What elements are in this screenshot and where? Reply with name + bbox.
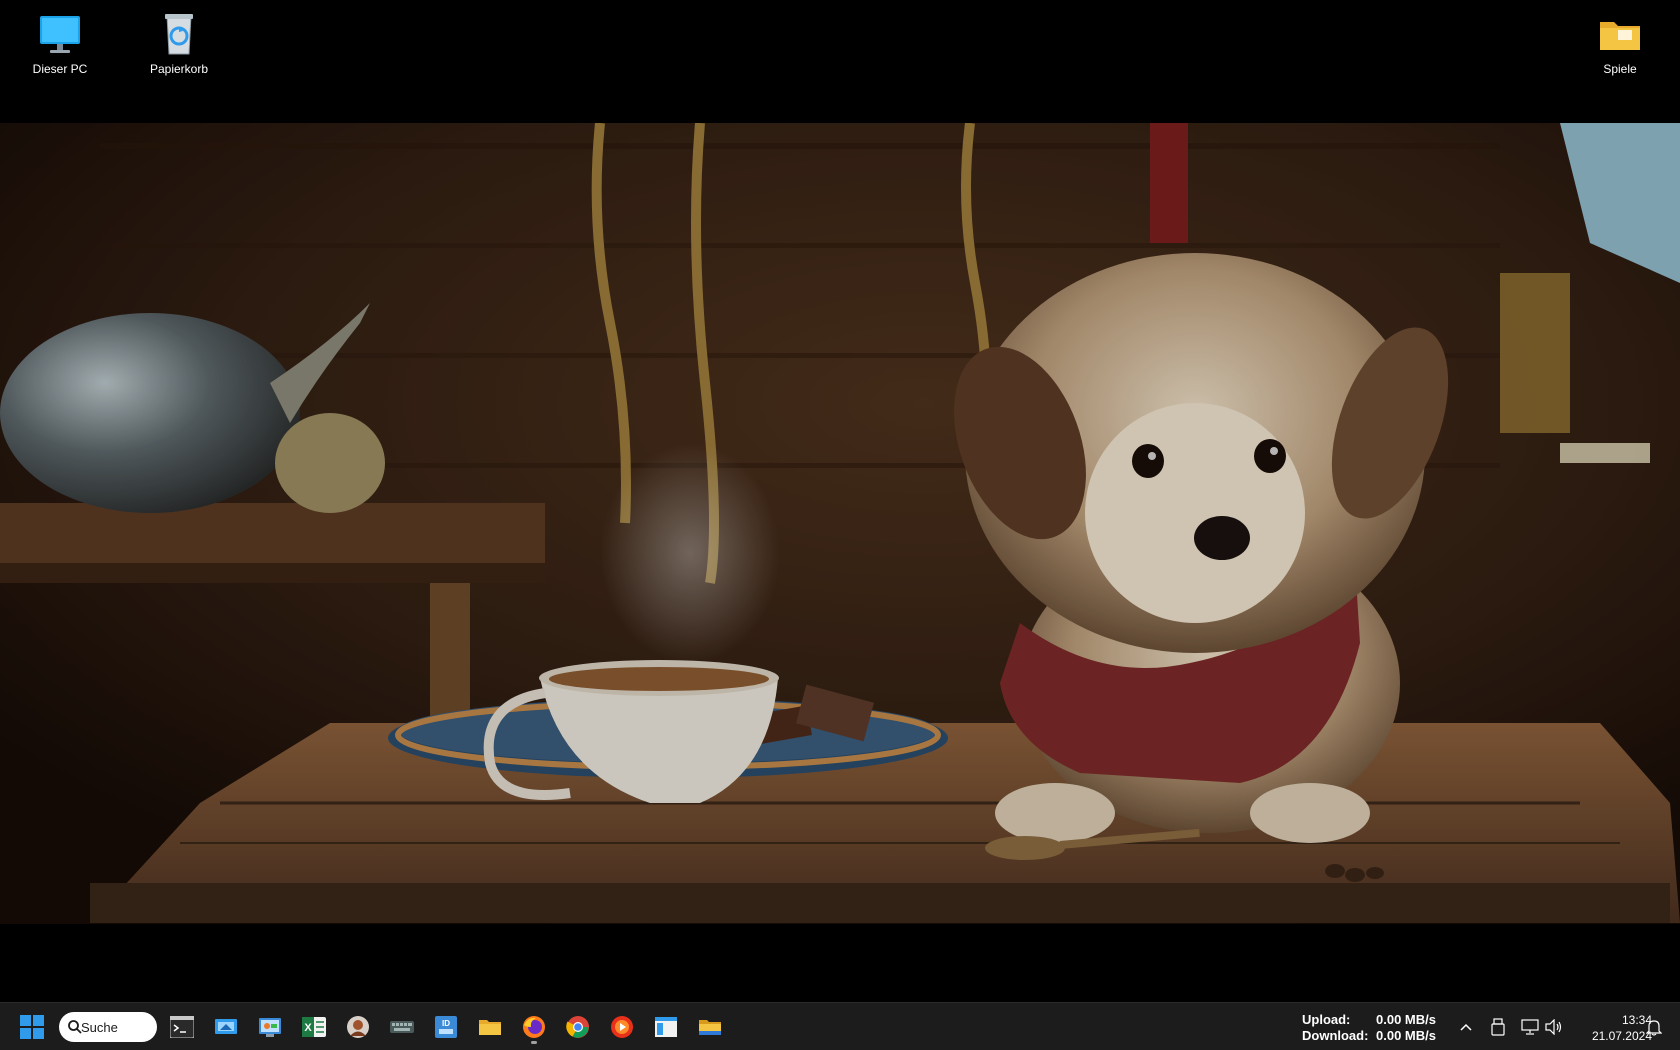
network-icon — [1521, 1019, 1539, 1035]
control-panel-icon — [259, 1018, 281, 1037]
running-indicator — [531, 1041, 537, 1044]
folder-icon — [699, 1020, 721, 1035]
taskbar-app-control-panel[interactable] — [252, 1009, 288, 1045]
taskbar-app-media-player[interactable] — [604, 1009, 640, 1045]
monitor-icon — [40, 16, 80, 53]
taskbar-app-remote-desktop[interactable] — [208, 1009, 244, 1045]
desktop-icon-label: Dieser PC — [32, 62, 88, 76]
notifications-button[interactable] — [1644, 1017, 1664, 1037]
upload-label: Upload: — [1302, 1012, 1351, 1027]
download-label: Download: — [1302, 1028, 1369, 1043]
tray-network-button[interactable] — [1520, 1017, 1540, 1037]
search-label: Suche — [81, 1019, 118, 1035]
upload-value: 0.00 MB/s — [1376, 1012, 1436, 1027]
taskbar-app-terminal[interactable] — [164, 1009, 200, 1045]
file-explorer-icon — [479, 1020, 501, 1035]
id-app-icon: ID — [435, 1016, 457, 1038]
taskbar-app-chrome[interactable] — [560, 1009, 596, 1045]
clock-date: 21.07.2024 — [1591, 1029, 1652, 1043]
svg-text:X: X — [304, 1022, 312, 1034]
taskbar: Suche X ID Upload: 0.00 MB/s Download: 0… — [0, 1002, 1680, 1050]
desktop-icon-games-folder[interactable]: Spiele — [1574, 4, 1666, 76]
recycle-bin-icon — [165, 14, 193, 55]
excel-icon: X — [302, 1017, 326, 1037]
window-app-icon — [655, 1017, 677, 1037]
taskbar-app-firefox[interactable] — [516, 1009, 552, 1045]
taskbar-app-window[interactable] — [648, 1009, 684, 1045]
taskbar-app-file-explorer[interactable] — [472, 1009, 508, 1045]
keyboard-icon — [390, 1021, 414, 1033]
user-profile-app-icon — [347, 1016, 369, 1038]
desktop-icon-recycle-bin[interactable]: Papierkorb — [133, 4, 225, 76]
taskbar-clock[interactable]: 13:34 21.07.2024 — [1572, 1012, 1652, 1044]
media-player-icon — [611, 1016, 633, 1038]
taskbar-search-button[interactable]: Suche — [59, 1012, 157, 1042]
desktop-icon-this-pc[interactable]: Dieser PC — [14, 4, 106, 76]
taskbar-app-excel[interactable]: X — [296, 1009, 332, 1045]
wallpaper-illustration — [0, 123, 1680, 924]
usb-drive-icon — [1491, 1018, 1505, 1036]
wallpaper-image — [0, 123, 1680, 924]
chrome-icon — [566, 1016, 589, 1038]
download-value: 0.00 MB/s — [1376, 1028, 1436, 1043]
show-hidden-icons-button[interactable] — [1456, 1017, 1476, 1037]
speaker-icon — [1545, 1019, 1562, 1035]
start-button[interactable] — [14, 1011, 50, 1043]
taskbar-app-id[interactable]: ID — [428, 1009, 464, 1045]
clock-time: 13:34 — [1621, 1013, 1652, 1027]
network-speed-monitor: Upload: 0.00 MB/s Download: 0.00 MB/s — [1302, 1012, 1436, 1044]
folder-icon — [1600, 22, 1640, 50]
chevron-up-icon — [1460, 1023, 1472, 1031]
tray-usb-button[interactable] — [1488, 1017, 1508, 1037]
desktop-icon-label: Spiele — [1603, 62, 1637, 76]
terminal-icon — [170, 1016, 194, 1038]
taskbar-app-user-profile[interactable] — [340, 1009, 376, 1045]
firefox-icon — [523, 1016, 545, 1038]
desktop[interactable]: Dieser PC Papierkorb Spiele Suche X ID U… — [0, 0, 1680, 1050]
bell-icon — [1646, 1020, 1662, 1036]
desktop-icon-label: Papierkorb — [149, 62, 209, 76]
taskbar-app-folder[interactable] — [692, 1009, 728, 1045]
taskbar-app-keyboard[interactable] — [384, 1009, 420, 1045]
remote-desktop-icon — [215, 1019, 237, 1034]
tray-volume-button[interactable] — [1544, 1017, 1564, 1037]
svg-text:ID: ID — [442, 1019, 450, 1028]
search-icon — [68, 1020, 82, 1034]
windows-logo-icon — [20, 1015, 44, 1039]
